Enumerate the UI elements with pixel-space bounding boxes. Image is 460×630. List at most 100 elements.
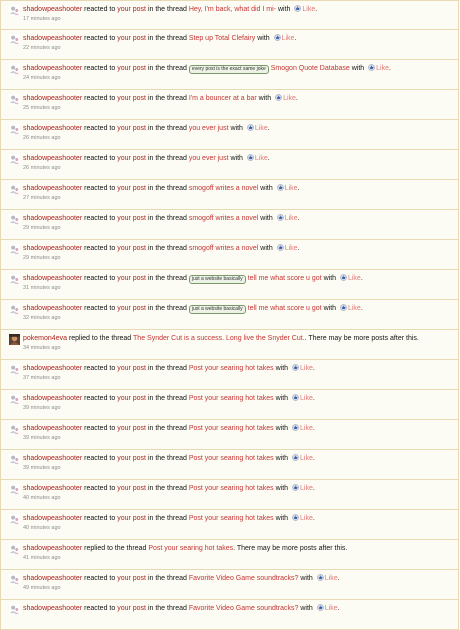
thread-link[interactable]: smogoff writes a novel [189,245,259,252]
thread-link[interactable]: The Synder Cut is a success. Long live t… [133,335,305,342]
thread-link[interactable]: tell me what score u got [248,275,322,282]
default-avatar-icon[interactable] [9,364,20,375]
username-link[interactable]: shadowpeashooter [23,395,82,402]
reaction-label[interactable]: Like [348,305,361,312]
username-link[interactable]: shadowpeashooter [23,365,82,372]
thread-link[interactable]: you ever just [189,155,229,162]
reaction-label[interactable]: Like [325,575,338,582]
reaction-label[interactable]: Like [283,95,296,102]
reaction-label[interactable]: Like [325,605,338,612]
post-link[interactable]: your post [117,425,146,432]
default-avatar-icon[interactable] [9,64,20,75]
default-avatar-icon[interactable] [9,604,20,615]
username-link[interactable]: shadowpeashooter [23,485,82,492]
user-avatar-icon[interactable] [9,334,20,345]
reaction-label[interactable]: Like [255,155,268,162]
default-avatar-icon[interactable] [9,574,20,585]
username-link[interactable]: shadowpeashooter [23,125,82,132]
post-link[interactable]: your post [117,215,146,222]
username-link[interactable]: shadowpeashooter [23,515,82,522]
post-link[interactable]: your post [117,35,146,42]
username-link[interactable]: shadowpeashooter [23,305,82,312]
post-link[interactable]: your post [117,155,146,162]
username-link[interactable]: shadowpeashooter [23,185,82,192]
reaction-label[interactable]: Like [285,215,298,222]
thread-link[interactable]: Post your searing hot takes [148,545,233,552]
thread-link[interactable]: Post your searing hot takes [189,395,274,402]
post-link[interactable]: your post [117,305,146,312]
reaction-label[interactable]: Like [302,6,315,13]
default-avatar-icon[interactable] [9,484,20,495]
thread-link[interactable]: smogoff writes a novel [189,215,259,222]
thread-link[interactable]: tell me what score u got [248,305,322,312]
reaction-label[interactable]: Like [376,65,389,72]
thread-link[interactable]: Hey, I'm back, what did I mi- [189,6,276,13]
default-avatar-icon[interactable] [9,304,20,315]
thread-link[interactable]: smogoff writes a novel [189,185,259,192]
thread-link[interactable]: Post your searing hot takes [189,485,274,492]
default-avatar-icon[interactable] [9,154,20,165]
thread-link[interactable]: Post your searing hot takes [189,455,274,462]
default-avatar-icon[interactable] [9,184,20,195]
default-avatar-icon[interactable] [9,514,20,525]
default-avatar-icon[interactable] [9,274,20,285]
reaction-label[interactable]: Like [300,425,313,432]
username-link[interactable]: shadowpeashooter [23,155,82,162]
reaction-label[interactable]: Like [300,485,313,492]
reaction-label[interactable]: Like [300,395,313,402]
username-link[interactable]: shadowpeashooter [23,245,82,252]
default-avatar-icon[interactable] [9,34,20,45]
thread-link[interactable]: you ever just [189,125,229,132]
post-link[interactable]: your post [117,395,146,402]
default-avatar-icon[interactable] [9,544,20,555]
username-link[interactable]: shadowpeashooter [23,95,82,102]
default-avatar-icon[interactable] [9,454,20,465]
post-link[interactable]: your post [117,95,146,102]
reaction-label[interactable]: Like [300,515,313,522]
post-link[interactable]: your post [117,125,146,132]
post-link[interactable]: your post [117,605,146,612]
reaction-label[interactable]: Like [285,245,298,252]
username-link[interactable]: shadowpeashooter [23,425,82,432]
post-link[interactable]: your post [117,185,146,192]
default-avatar-icon[interactable] [9,424,20,435]
username-link[interactable]: shadowpeashooter [23,215,82,222]
reaction-label[interactable]: Like [348,275,361,282]
post-link[interactable]: your post [117,515,146,522]
username-link[interactable]: shadowpeashooter [23,275,82,282]
reaction-label[interactable]: Like [282,35,295,42]
username-link[interactable]: shadowpeashooter [23,35,82,42]
thread-link[interactable]: Step up Total Clefairy [189,35,255,42]
thread-link[interactable]: Post your searing hot takes [189,425,274,432]
post-link[interactable]: your post [117,245,146,252]
default-avatar-icon[interactable] [9,244,20,255]
reaction-label[interactable]: Like [285,185,298,192]
username-link[interactable]: shadowpeashooter [23,6,82,13]
post-link[interactable]: your post [117,65,146,72]
thread-link[interactable]: Favorite Video Game soundtracks? [189,575,299,582]
post-link[interactable]: your post [117,275,146,282]
thread-link[interactable]: Smogon Quote Database [271,65,350,72]
username-link[interactable]: shadowpeashooter [23,605,82,612]
thread-link[interactable]: I'm a bouncer at a bar [189,95,257,102]
reaction-label[interactable]: Like [300,455,313,462]
username-link[interactable]: shadowpeashooter [23,545,82,552]
reaction-label[interactable]: Like [255,125,268,132]
post-link[interactable]: your post [117,575,146,582]
default-avatar-icon[interactable] [9,5,20,16]
default-avatar-icon[interactable] [9,124,20,135]
thread-link[interactable]: Post your searing hot takes [189,365,274,372]
thread-link[interactable]: Favorite Video Game soundtracks? [189,605,299,612]
username-link[interactable]: shadowpeashooter [23,65,82,72]
default-avatar-icon[interactable] [9,94,20,105]
username-link[interactable]: shadowpeashooter [23,575,82,582]
thread-link[interactable]: Post your searing hot takes [189,515,274,522]
post-link[interactable]: your post [117,485,146,492]
post-link[interactable]: your post [117,6,146,13]
username-link[interactable]: shadowpeashooter [23,455,82,462]
post-link[interactable]: your post [117,365,146,372]
post-link[interactable]: your post [117,455,146,462]
username-link[interactable]: pokemon4eva [23,335,67,342]
default-avatar-icon[interactable] [9,394,20,405]
default-avatar-icon[interactable] [9,214,20,225]
